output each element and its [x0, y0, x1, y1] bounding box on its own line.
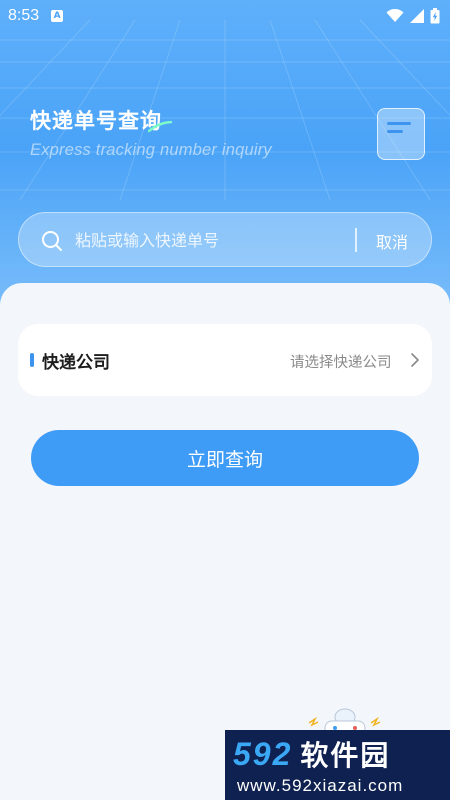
title-block: 快递单号查询 Express tracking number inquiry: [30, 105, 272, 160]
battery-charging-icon: [430, 8, 440, 24]
header-banner: 8:53 A 快递单号查询 Express tracking number in…: [0, 0, 450, 330]
search-divider: [355, 228, 357, 252]
page-title: 快递单号查询: [30, 105, 272, 135]
cancel-button[interactable]: 取消: [376, 229, 408, 253]
wifi-icon: [386, 9, 404, 22]
accent-marker: [30, 353, 34, 367]
courier-company-label: 快递公司: [42, 353, 110, 373]
document-icon: [377, 108, 425, 160]
search-icon: [42, 231, 62, 251]
page-title-text: 快递单号查询: [30, 109, 162, 133]
chevron-right-icon: [411, 353, 419, 367]
document-line: [387, 122, 411, 125]
query-now-label: 立即查询: [186, 448, 263, 471]
watermark-number: 592: [233, 736, 293, 772]
notification-badge: A: [51, 10, 64, 22]
courier-company-value: 请选择快递公司: [290, 355, 392, 371]
title-swoosh-decoration: [148, 121, 172, 133]
watermark-logo: 592 软件园 www.592xiazai.com: [225, 730, 450, 800]
header-grid-decoration: [0, 19, 450, 201]
query-now-button[interactable]: 立即查询: [31, 430, 419, 486]
signal-icon: [410, 9, 424, 23]
document-line: [387, 130, 403, 133]
status-time: 8:53: [8, 7, 40, 24]
search-input[interactable]: [75, 225, 355, 255]
watermark-url: www.592xiazai.com: [237, 776, 404, 795]
courier-company-selector[interactable]: 快递公司 请选择快递公司: [18, 324, 432, 396]
search-bar[interactable]: 取消: [18, 212, 432, 267]
watermark-brand: 软件园: [300, 739, 391, 772]
status-bar: 8:53 A: [0, 0, 450, 32]
page-subtitle: Express tracking number inquiry: [30, 141, 272, 159]
